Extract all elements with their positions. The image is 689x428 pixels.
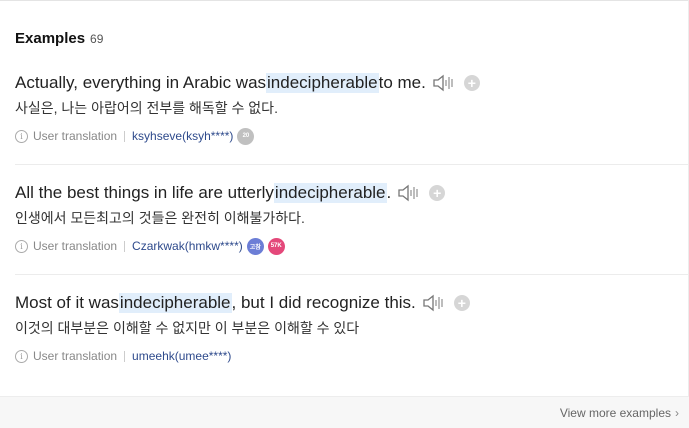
example-meta: i User translation umeehk(umee****) xyxy=(15,346,689,366)
examples-count: 69 xyxy=(90,32,104,46)
highlighted-word: indecipherable xyxy=(266,73,379,93)
example-item: Actually, everything in Arabic was indec… xyxy=(15,71,689,146)
divider xyxy=(15,164,689,165)
add-to-wordbook-plus-icon[interactable]: + xyxy=(453,295,470,311)
example-meta: i User translation ksyhseve(ksyh****) 20 xyxy=(15,126,689,146)
separator xyxy=(124,350,126,362)
user-link[interactable]: ksyhseve(ksyh****) xyxy=(132,129,233,143)
example-item: Most of it was indecipherable , but I di… xyxy=(15,291,689,366)
examples-header: Examples 69 xyxy=(15,30,103,47)
sentence-text: Most of it was xyxy=(15,293,119,312)
example-sentence: All the best things in life are utterly … xyxy=(15,181,689,205)
example-meta: i User translation Czarkwak(hmkw****) 고참… xyxy=(15,236,689,256)
section-title: Examples xyxy=(15,30,86,47)
user-link[interactable]: Czarkwak(hmkw****) xyxy=(132,239,243,253)
sentence-text: , but I did recognize this. xyxy=(231,293,416,312)
view-more-label: View more examples xyxy=(559,406,671,420)
add-to-wordbook-plus-icon[interactable]: + xyxy=(429,185,446,201)
top-border xyxy=(0,0,689,1)
separator xyxy=(124,130,126,142)
speaker-icon[interactable] xyxy=(422,293,448,313)
highlighted-word: indecipherable xyxy=(118,293,232,313)
info-icon[interactable]: i xyxy=(15,129,28,143)
example-sentence: Actually, everything in Arabic was indec… xyxy=(15,71,689,95)
source-label: User translation xyxy=(33,349,118,363)
speaker-icon[interactable] xyxy=(432,73,458,93)
user-badge: 20 xyxy=(237,127,255,145)
example-sentence: Most of it was indecipherable , but I di… xyxy=(15,291,689,315)
speaker-icon[interactable] xyxy=(397,183,423,203)
source-label: User translation xyxy=(33,129,118,143)
sentence-text: All the best things in life are utterly xyxy=(15,183,274,202)
sentence-text: . xyxy=(386,183,392,202)
user-badge: 57K xyxy=(267,237,285,255)
sentence-text: Actually, everything in Arabic was xyxy=(15,73,267,92)
highlighted-word: indecipherable xyxy=(273,183,387,203)
user-badge: 고참 xyxy=(246,237,264,255)
info-icon[interactable]: i xyxy=(15,239,28,253)
example-translation: 사실은, 나는 아랍어의 전부를 해독할 수 없다. xyxy=(15,100,278,116)
source-label: User translation xyxy=(33,239,118,253)
sentence-text: to me. xyxy=(378,73,426,92)
info-icon[interactable]: i xyxy=(15,349,28,363)
example-translation: 이것의 대부분은 이해할 수 없지만 이 부분은 이해할 수 있다 xyxy=(15,320,360,336)
divider xyxy=(15,274,689,275)
add-to-wordbook-plus-icon[interactable]: + xyxy=(463,75,480,91)
example-translation: 인생에서 모든최고의 것들은 완전히 이해불가하다. xyxy=(15,210,305,226)
separator xyxy=(124,240,126,252)
chevron-right-icon: › xyxy=(675,406,679,420)
user-link[interactable]: umeehk(umee****) xyxy=(132,349,231,363)
examples-footer: View more examples › xyxy=(0,396,689,428)
view-more-examples-link[interactable]: View more examples › xyxy=(560,406,679,420)
example-item: All the best things in life are utterly … xyxy=(15,181,689,256)
